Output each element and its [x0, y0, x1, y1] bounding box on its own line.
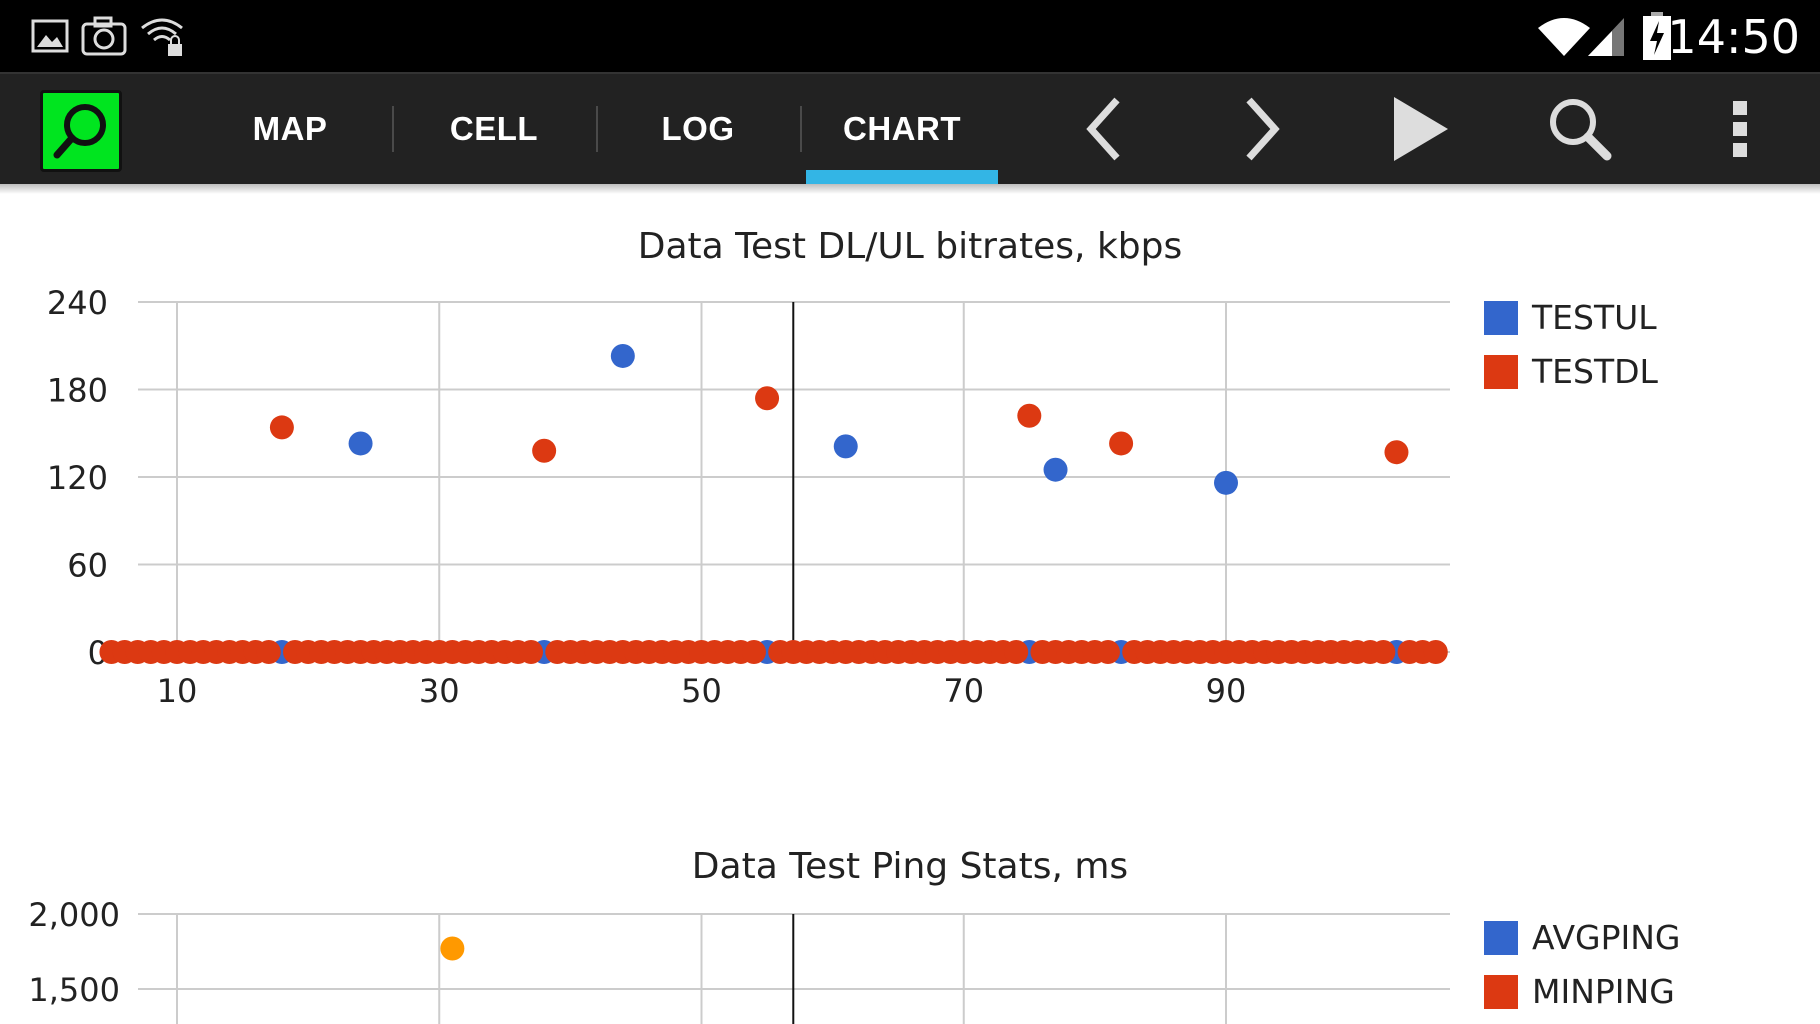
- app-search-logo-icon[interactable]: [40, 90, 122, 172]
- legend-swatch: [1484, 300, 1518, 335]
- tab-cell[interactable]: CELL: [396, 74, 592, 184]
- y-tick-label: 120: [47, 459, 108, 497]
- testul-point: [348, 431, 373, 456]
- wifi-lock-icon: [138, 0, 188, 72]
- next-button[interactable]: [1202, 74, 1322, 184]
- tab-log-label: LOG: [661, 110, 735, 147]
- play-button[interactable]: [1360, 74, 1480, 184]
- tab-chart-label: CHART: [843, 110, 961, 147]
- cell-signal-icon: [1586, 0, 1626, 72]
- ping-point: [440, 936, 465, 961]
- status-clock: 14:50: [1667, 10, 1800, 64]
- chevron-left-icon: [1086, 97, 1120, 161]
- tab-divider: [392, 106, 394, 152]
- action-bar-shadow: [0, 184, 1820, 194]
- testdl-zero-point: [519, 640, 544, 664]
- x-tick-label: 70: [943, 672, 984, 710]
- testdl-zero-point: [1004, 640, 1029, 664]
- tab-divider: [800, 106, 802, 152]
- action-bar: MAP CELL LOG CHART: [0, 72, 1820, 184]
- chart-1-title: Data Test DL/UL bitrates, kbps: [637, 226, 1183, 267]
- camera-icon: [80, 0, 128, 72]
- image-icon: [30, 0, 70, 72]
- wifi-signal-icon: [1536, 0, 1592, 72]
- legend-label: TESTUL: [1532, 298, 1657, 337]
- x-tick-label: 90: [1206, 672, 1247, 710]
- x-tick-label: 10: [157, 672, 198, 710]
- overflow-menu-button[interactable]: [1680, 74, 1800, 184]
- legend-item-testul: TESTUL: [1484, 298, 1657, 337]
- tab-cell-label: CELL: [449, 110, 539, 147]
- y-tick-label: 180: [47, 372, 108, 410]
- chevron-right-icon: [1246, 97, 1280, 161]
- legend-item-minping: MINPING: [1484, 972, 1675, 1011]
- legend-label: AVGPING: [1532, 918, 1681, 957]
- tab-log[interactable]: LOG: [600, 74, 796, 184]
- testdl-zero-point: [256, 640, 281, 664]
- legend-item-avgping: AVGPING: [1484, 918, 1681, 957]
- tab-map[interactable]: MAP: [192, 74, 388, 184]
- tab-divider: [596, 106, 598, 152]
- legend-label: MINPING: [1532, 972, 1675, 1011]
- y-tick-label: 240: [47, 284, 108, 322]
- testdl-point: [755, 386, 780, 411]
- testdl-zero-point: [741, 640, 766, 664]
- y-tick-label: 1,500: [28, 971, 120, 1009]
- testul-point: [833, 434, 858, 459]
- bitrate-scatter-chart: 06012018024010 30 50 70 90: [47, 284, 1450, 710]
- tab-chart[interactable]: CHART: [804, 74, 1000, 184]
- previous-button[interactable]: [1044, 74, 1164, 184]
- overflow-menu-icon: [1733, 101, 1747, 157]
- tab-map-label: MAP: [252, 110, 328, 147]
- y-tick-label: 2,000: [28, 900, 120, 934]
- legend-swatch: [1484, 920, 1518, 955]
- search-button[interactable]: [1520, 74, 1640, 184]
- testul-point: [1214, 470, 1238, 495]
- y-tick-label: 60: [67, 547, 108, 585]
- legend-swatch: [1484, 354, 1518, 389]
- x-tick-label: 50: [681, 672, 722, 710]
- testul-point: [1043, 457, 1068, 482]
- legend-swatch: [1484, 974, 1518, 1009]
- search-icon: [1550, 99, 1612, 161]
- testdl-zero-point: [1095, 640, 1120, 664]
- testdl-point: [1017, 403, 1042, 428]
- play-icon: [1394, 97, 1448, 161]
- testdl-point: [269, 415, 294, 440]
- x-tick-label: 30: [419, 672, 460, 710]
- legend-label: TESTDL: [1532, 352, 1658, 391]
- testdl-point: [1109, 431, 1134, 456]
- testdl-point: [1384, 440, 1409, 465]
- chart-2-title: Data Test Ping Stats, ms: [691, 846, 1129, 887]
- legend-item-testdl: TESTDL: [1484, 352, 1658, 391]
- testdl-zero-point: [1371, 640, 1396, 664]
- testdl-zero-point: [1423, 640, 1448, 664]
- status-bar: 14:50: [0, 0, 1820, 72]
- testul-point: [610, 343, 635, 368]
- testdl-point: [532, 438, 557, 463]
